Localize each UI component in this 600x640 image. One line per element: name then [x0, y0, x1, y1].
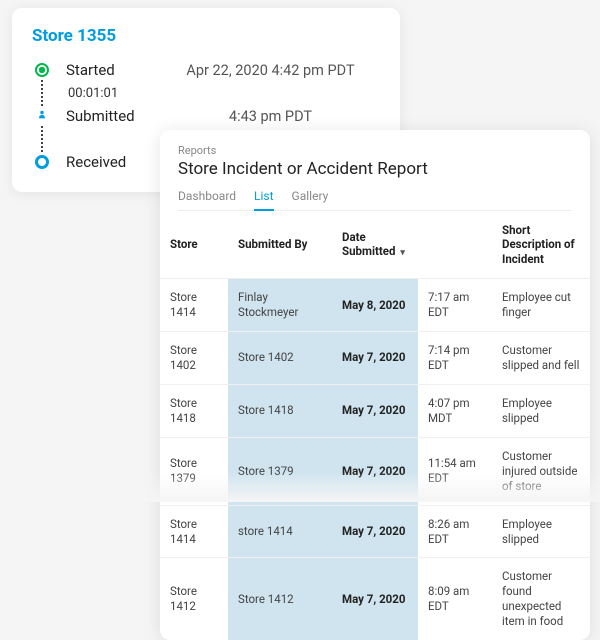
table-row[interactable]: Store 1418Store 1418May 7, 20204:07 pm M… — [160, 384, 590, 437]
col-header-description[interactable]: Short Description of Incident — [492, 211, 590, 279]
submitted-icon — [32, 106, 52, 126]
table-row[interactable]: Store 1414store 1414May 7, 20208:26 am E… — [160, 505, 590, 558]
timeline-connector: 00:01:01 — [41, 80, 380, 106]
cell-description: Customer injured outside of store — [492, 437, 590, 505]
step-time: Apr 22, 2020 4:42 pm PDT — [161, 62, 380, 79]
step-label: Submitted — [66, 107, 161, 125]
cell-submitted-by: Store 1402 — [228, 332, 332, 385]
cell-date: May 8, 2020 — [332, 279, 418, 332]
cell-time: 8:09 am EDT — [418, 558, 492, 640]
report-tabs: Dashboard List Gallery — [178, 189, 572, 211]
cell-submitted-by: Store 1412 — [228, 558, 332, 640]
started-icon — [32, 60, 52, 80]
cell-description: Employee slipped — [492, 505, 590, 558]
tab-dashboard[interactable]: Dashboard — [178, 189, 236, 210]
breadcrumb[interactable]: Reports — [178, 144, 572, 157]
table-row[interactable]: Store 1402Store 1402May 7, 20207:14 pm E… — [160, 332, 590, 385]
report-table: Store Submitted By Date Submitted ▾ Shor… — [160, 211, 590, 640]
table-row[interactable]: Store 1412Store 1412May 7, 20208:09 am E… — [160, 558, 590, 640]
report-card: Reports Store Incident or Accident Repor… — [160, 130, 590, 640]
table-row[interactable]: Store 1414Finlay StockmeyerMay 8, 20207:… — [160, 279, 590, 332]
report-header: Reports Store Incident or Accident Repor… — [160, 130, 590, 211]
cell-time: 8:26 am EDT — [418, 505, 492, 558]
cell-description: Employee slipped — [492, 384, 590, 437]
cell-time: 4:07 pm MDT — [418, 384, 492, 437]
cell-date: May 7, 2020 — [332, 558, 418, 640]
cell-submitted-by: Store 1379 — [228, 437, 332, 505]
cell-submitted-by: Store 1418 — [228, 384, 332, 437]
col-header-submitted-by[interactable]: Submitted By — [228, 211, 332, 279]
step-time: 4:43 pm PDT — [161, 108, 380, 125]
cell-submitted-by: store 1414 — [228, 505, 332, 558]
table-header-row: Store Submitted By Date Submitted ▾ Shor… — [160, 211, 590, 279]
col-header-date-label: Date Submitted — [342, 230, 395, 258]
step-label: Received — [66, 153, 161, 171]
table-row[interactable]: Store 1379Store 1379May 7, 202011:54 am … — [160, 437, 590, 505]
col-header-store[interactable]: Store — [160, 211, 228, 279]
step-label: Started — [66, 61, 161, 79]
cell-store: Store 1414 — [160, 505, 228, 558]
cell-date: May 7, 2020 — [332, 437, 418, 505]
timeline-step-started: Started Apr 22, 2020 4:42 pm PDT — [32, 60, 380, 80]
chevron-down-icon: ▾ — [398, 248, 405, 258]
received-icon — [32, 152, 52, 172]
cell-description: Customer found unexpected item in food — [492, 558, 590, 640]
col-header-time — [418, 211, 492, 279]
cell-description: Customer slipped and fell — [492, 332, 590, 385]
timeline-step-submitted: Submitted 4:43 pm PDT — [32, 106, 380, 126]
tab-gallery[interactable]: Gallery — [292, 189, 329, 210]
cell-time: 11:54 am EDT — [418, 437, 492, 505]
cell-store: Store 1418 — [160, 384, 228, 437]
cell-time: 7:14 pm EDT — [418, 332, 492, 385]
timeline-duration: 00:01:01 — [43, 86, 118, 101]
cell-date: May 7, 2020 — [332, 505, 418, 558]
store-title: Store 1355 — [32, 26, 380, 46]
cell-time: 7:17 am EDT — [418, 279, 492, 332]
cell-store: Store 1412 — [160, 558, 228, 640]
cell-store: Store 1402 — [160, 332, 228, 385]
cell-store: Store 1414 — [160, 279, 228, 332]
cell-description: Employee cut finger — [492, 279, 590, 332]
page-title: Store Incident or Accident Report — [178, 159, 572, 179]
cell-store: Store 1379 — [160, 437, 228, 505]
tab-list[interactable]: List — [254, 189, 274, 211]
cell-submitted-by: Finlay Stockmeyer — [228, 279, 332, 332]
cell-date: May 7, 2020 — [332, 332, 418, 385]
col-header-date[interactable]: Date Submitted ▾ — [332, 211, 418, 279]
cell-date: May 7, 2020 — [332, 384, 418, 437]
